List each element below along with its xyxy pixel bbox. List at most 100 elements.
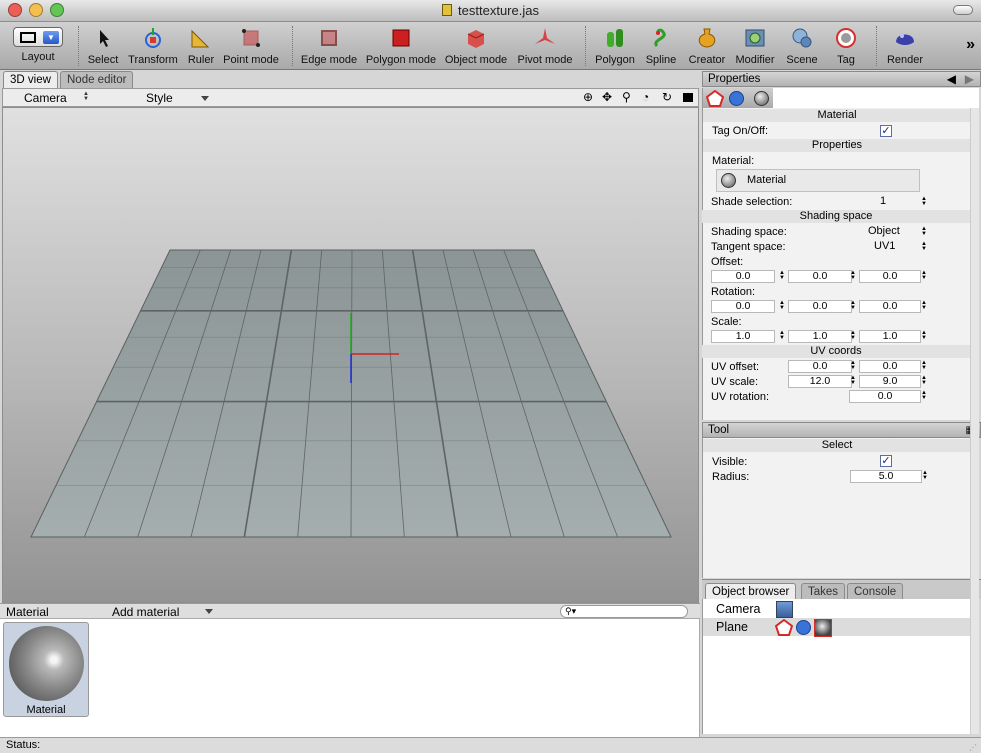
polygon-tag-icon[interactable]: [775, 619, 793, 636]
scale-y-field[interactable]: 1.0: [788, 330, 852, 343]
uv-scale-v-stepper[interactable]: ▲ ▼: [921, 375, 927, 386]
tag-onoff-checkbox[interactable]: ✓: [880, 125, 892, 137]
scale-x-field[interactable]: 1.0: [711, 330, 775, 343]
material-tag-icon[interactable]: [814, 619, 832, 637]
rotation-x-stepper[interactable]: ▲ ▼: [779, 300, 785, 311]
scale-x-stepper[interactable]: ▲ ▼: [779, 330, 785, 341]
transform-button[interactable]: Transform: [126, 24, 180, 68]
tab-console[interactable]: Console: [847, 583, 904, 600]
render-label: Render: [886, 54, 924, 66]
uv-scale-u-stepper[interactable]: ▲ ▼: [850, 375, 856, 386]
uv-rotation-stepper[interactable]: ▲ ▼: [921, 390, 927, 401]
ruler-button[interactable]: Ruler: [184, 24, 218, 68]
tag-strip: [702, 88, 979, 109]
tool-panel: Select Visible: ✓ Radius: 5.0 ▲ ▼: [702, 438, 979, 578]
material-panel-header: Material Add material ⚲▾: [0, 603, 700, 619]
tab-node-editor[interactable]: Node editor: [60, 71, 134, 88]
uv-tag-icon[interactable]: [796, 620, 811, 635]
uv-offset-v-field[interactable]: 0.0: [859, 360, 921, 373]
rotate-view-icon[interactable]: ↻: [662, 90, 672, 104]
spline-button[interactable]: Spline: [642, 24, 680, 68]
scene-button[interactable]: Scene: [782, 24, 822, 68]
rotation-z-field[interactable]: 0.0: [859, 300, 921, 313]
material-search-input[interactable]: ⚲▾: [560, 605, 688, 618]
offset-z-field[interactable]: 0.0: [859, 270, 921, 283]
object-mode-button[interactable]: Object mode: [443, 24, 509, 68]
visible-checkbox[interactable]: ✓: [880, 455, 892, 467]
shading-space-select[interactable]: Object: [868, 225, 900, 237]
rotation-x-field[interactable]: 0.0: [711, 300, 775, 313]
pan-icon[interactable]: ✥: [602, 90, 612, 104]
material-tag-icon[interactable]: [754, 91, 769, 106]
object-mode-label: Object mode: [444, 54, 508, 66]
render-button[interactable]: Render: [884, 24, 926, 68]
material-link-field[interactable]: Material: [716, 169, 920, 192]
radius-field[interactable]: 5.0: [850, 470, 922, 483]
creator-icon: [698, 28, 716, 48]
material-thumbnail[interactable]: Material: [3, 622, 89, 717]
scale-z-field[interactable]: 1.0: [859, 330, 921, 343]
rotation-z-stepper[interactable]: ▲ ▼: [921, 300, 927, 311]
edge-mode-icon: [321, 30, 337, 46]
camera-stepper-icon[interactable]: ▲ ▼: [83, 91, 89, 102]
add-material-dropdown-icon[interactable]: [205, 609, 213, 614]
tab-3d-view[interactable]: 3D view: [3, 71, 58, 88]
zoom-icon[interactable]: ⚲: [622, 90, 631, 104]
cursor-icon: [100, 30, 109, 47]
tangent-space-stepper[interactable]: ▲ ▼: [921, 241, 927, 252]
3d-viewport[interactable]: [2, 107, 699, 603]
tangent-space-select[interactable]: UV1: [874, 240, 895, 252]
object-row-camera[interactable]: Camera: [703, 600, 971, 618]
edge-mode-button[interactable]: Edge mode: [300, 24, 358, 68]
arrow-left-icon[interactable]: ◀︎: [947, 72, 956, 86]
offset-x-field[interactable]: 0.0: [711, 270, 775, 283]
toolbar-separator: [876, 26, 877, 66]
offset-y-field[interactable]: 0.0: [788, 270, 852, 283]
style-dropdown-icon[interactable]: [201, 96, 209, 101]
right-panel-scrollbar[interactable]: [970, 108, 979, 734]
radius-stepper[interactable]: ▲ ▼: [922, 470, 928, 481]
uv-scale-v-field[interactable]: 9.0: [859, 375, 921, 388]
camera-select[interactable]: Camera: [24, 91, 67, 105]
offset-y-stepper[interactable]: ▲ ▼: [850, 270, 856, 281]
toolbar-overflow-button[interactable]: »: [966, 36, 975, 54]
pivot-mode-button[interactable]: Pivot mode: [514, 24, 576, 68]
tab-object-browser[interactable]: Object browser: [705, 583, 797, 600]
layout-button[interactable]: ▼ Layout: [10, 24, 66, 68]
shading-space-stepper[interactable]: ▲ ▼: [921, 226, 927, 237]
modifier-button[interactable]: Modifier: [732, 24, 778, 68]
resize-grip-icon[interactable]: ⋰: [969, 741, 979, 752]
arrow-right-icon[interactable]: ▶︎: [965, 72, 974, 86]
camera-view-icon[interactable]: [683, 93, 693, 102]
polygon-button[interactable]: Polygon: [592, 24, 638, 68]
tag-button[interactable]: Tag: [828, 24, 864, 68]
scale-z-stepper[interactable]: ▲ ▼: [921, 330, 927, 341]
orbit-icon[interactable]: ◔: [642, 90, 649, 104]
rotation-y-field[interactable]: 0.0: [788, 300, 852, 313]
scale-y-stepper[interactable]: ▲ ▼: [850, 330, 856, 341]
offset-x-stepper[interactable]: ▲ ▼: [779, 270, 785, 281]
creator-button[interactable]: Creator: [686, 24, 728, 68]
center-view-icon[interactable]: ⊕: [583, 90, 593, 104]
polygon-mode-button[interactable]: Polygon mode: [364, 24, 438, 68]
object-name: Camera: [716, 602, 761, 616]
uv-tag-icon[interactable]: [729, 91, 744, 106]
uv-offset-v-stepper[interactable]: ▲ ▼: [921, 360, 927, 371]
select-button[interactable]: Select: [84, 24, 122, 68]
toolbar-toggle-button[interactable]: [953, 5, 973, 15]
offset-z-stepper[interactable]: ▲ ▼: [921, 270, 927, 281]
uv-scale-label: UV scale:: [711, 376, 759, 388]
uv-offset-u-stepper[interactable]: ▲ ▼: [850, 360, 856, 371]
uv-rotation-field[interactable]: 0.0: [849, 390, 921, 403]
uv-scale-u-field[interactable]: 12.0: [788, 375, 852, 388]
add-material-menu[interactable]: Add material: [112, 605, 179, 619]
tab-takes[interactable]: Takes: [801, 583, 846, 600]
uv-offset-u-field[interactable]: 0.0: [788, 360, 852, 373]
rotation-y-stepper[interactable]: ▲ ▼: [850, 300, 856, 311]
shade-selection-value[interactable]: 1: [880, 195, 886, 207]
style-select[interactable]: Style: [146, 91, 173, 105]
polygon-tag-icon[interactable]: [706, 90, 724, 107]
object-row-plane[interactable]: Plane: [703, 618, 971, 637]
shade-selection-stepper[interactable]: ▲ ▼: [921, 196, 927, 207]
point-mode-button[interactable]: Point mode: [222, 24, 280, 68]
